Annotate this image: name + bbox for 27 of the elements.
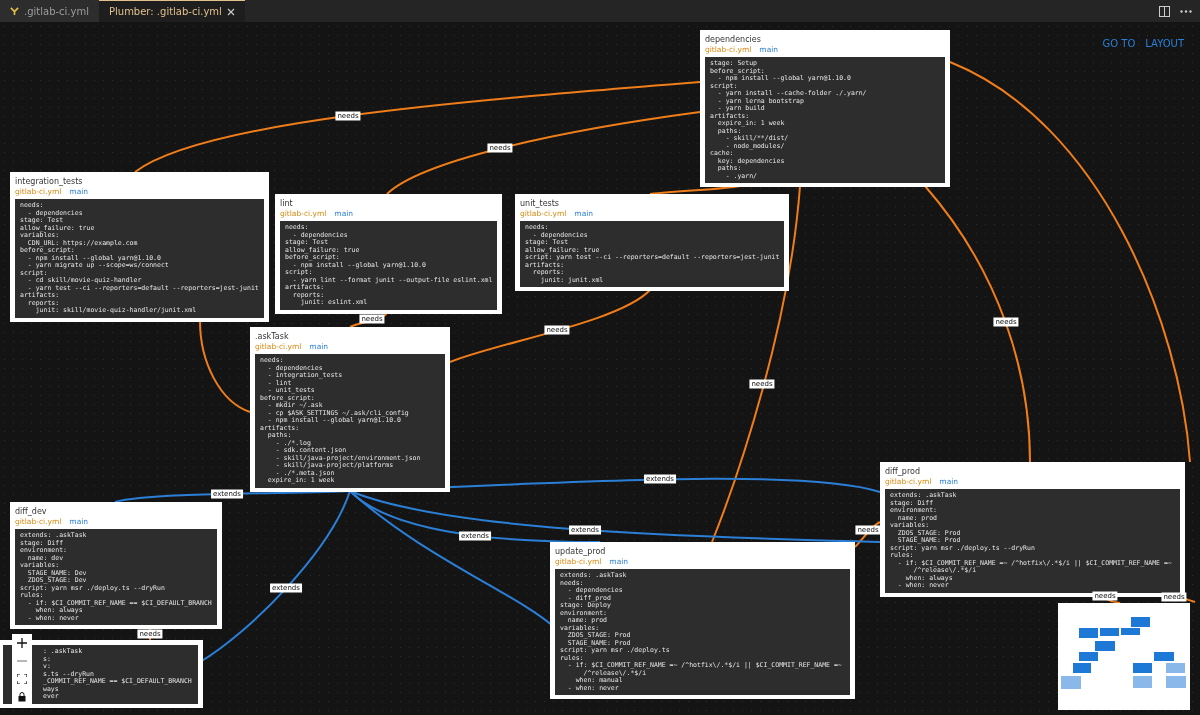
job-card[interactable] (250, 327, 450, 492)
split-editor-icon[interactable] (1159, 5, 1170, 17)
lock-icon (18, 692, 26, 702)
job-title: dependencies (705, 35, 761, 45)
minus-icon (17, 660, 27, 662)
job-title: update_prod (555, 547, 606, 557)
job-title: lint (280, 199, 293, 209)
job-card[interactable] (10, 502, 222, 629)
job-card[interactable] (700, 30, 950, 187)
job-title: integration_tests (15, 177, 83, 187)
editor-tab[interactable]: Plumber: .gitlab-ci.yml (99, 0, 245, 22)
toolbar-link[interactable]: LAYOUT (1145, 38, 1184, 49)
job-card[interactable] (275, 194, 503, 314)
job-card[interactable] (880, 462, 1185, 597)
plus-icon (17, 638, 27, 648)
job-card[interactable] (550, 542, 855, 699)
job-card[interactable] (10, 172, 269, 322)
toolbar-link[interactable]: GO TO (1102, 38, 1136, 49)
editor-tab[interactable]: .gitlab-ci.yml (0, 0, 99, 22)
job-title: diff_prod (885, 467, 920, 477)
job-title: diff_dev (15, 507, 47, 517)
more-icon[interactable] (1180, 9, 1192, 13)
job-title: .askTask (255, 332, 289, 342)
job-title: unit_tests (520, 199, 560, 209)
yaml-file-icon (10, 6, 19, 16)
close-icon[interactable] (226, 7, 235, 16)
fit-view-icon (17, 674, 27, 684)
